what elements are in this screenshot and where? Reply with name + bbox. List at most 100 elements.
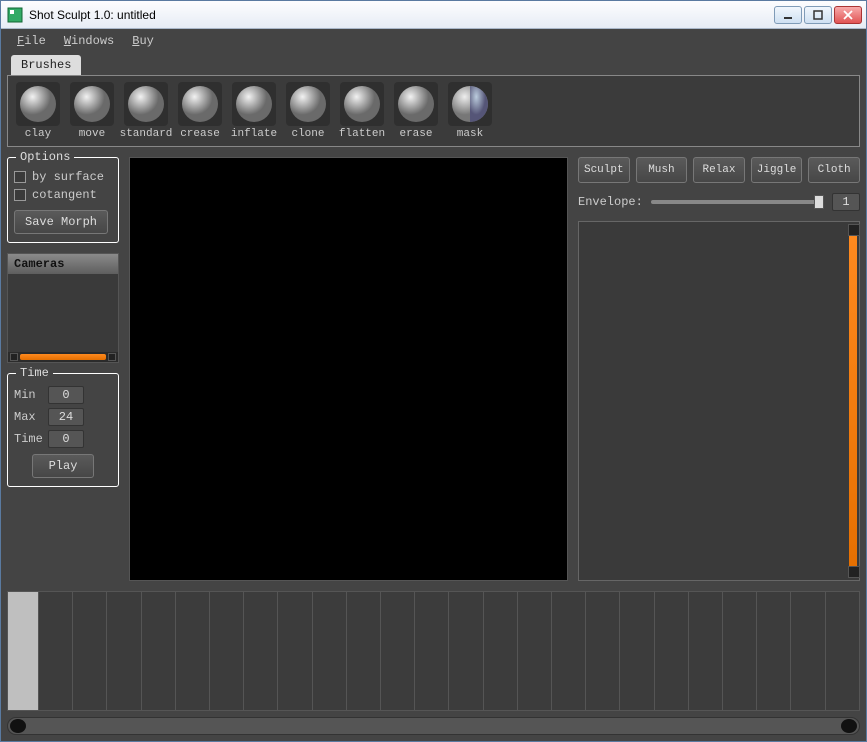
brush-icon: [286, 82, 330, 126]
envelope-row: Envelope: 1: [578, 193, 860, 211]
minimize-button[interactable]: [774, 6, 802, 24]
mode-mush-button[interactable]: Mush: [636, 157, 688, 183]
brush-label: clone: [291, 128, 324, 140]
brush-label: standard: [120, 128, 173, 140]
timeline-cell[interactable]: [790, 592, 824, 710]
close-button[interactable]: [834, 6, 862, 24]
timeline-cell[interactable]: [243, 592, 277, 710]
timeline[interactable]: [7, 591, 860, 711]
timeline-cell[interactable]: [106, 592, 140, 710]
brush-sphere-icon: [394, 82, 438, 126]
titlebar: Shot Sculpt 1.0: untitled: [1, 1, 866, 29]
menu-buy[interactable]: Buy: [132, 34, 154, 48]
save-morph-button[interactable]: Save Morph: [14, 210, 108, 234]
scroll-knob-right-icon: [841, 719, 857, 733]
timeline-cell[interactable]: [346, 592, 380, 710]
menu-file[interactable]: File: [17, 34, 46, 48]
timeline-cell[interactable]: [141, 592, 175, 710]
minimize-icon: [783, 10, 793, 20]
timeline-cell[interactable]: [414, 592, 448, 710]
timeline-cell[interactable]: [209, 592, 243, 710]
window-buttons: [774, 6, 862, 24]
brush-clone[interactable]: clone: [284, 82, 332, 140]
brush-label: mask: [457, 128, 483, 140]
timeline-cursor[interactable]: [8, 592, 38, 710]
client-area: File Windows Buy Brushes clay move standar…: [1, 29, 866, 741]
tab-brushes[interactable]: Brushes: [11, 55, 81, 75]
by-surface-label: by surface: [32, 170, 104, 184]
cameras-scrollbar[interactable]: [8, 352, 118, 362]
checkbox-icon: [14, 189, 26, 201]
timeline-cell[interactable]: [654, 592, 688, 710]
timeline-cell[interactable]: [756, 592, 790, 710]
checkbox-by-surface[interactable]: by surface: [14, 170, 112, 184]
min-label: Min: [14, 388, 42, 402]
viewport[interactable]: [129, 157, 568, 581]
brush-icon: [340, 82, 384, 126]
timeline-cell[interactable]: [175, 592, 209, 710]
brush-erase[interactable]: erase: [392, 82, 440, 140]
checkbox-cotangent[interactable]: cotangent: [14, 188, 112, 202]
brush-standard[interactable]: standard: [122, 82, 170, 140]
brush-sphere-icon: [178, 82, 222, 126]
max-input[interactable]: 24: [48, 408, 84, 426]
tab-row: Brushes: [7, 53, 860, 75]
cameras-list[interactable]: [8, 274, 118, 352]
brush-move[interactable]: move: [68, 82, 116, 140]
bottom-scrollbar[interactable]: [7, 717, 860, 735]
brush-crease[interactable]: crease: [176, 82, 224, 140]
brush-icon: [124, 82, 168, 126]
timeline-cell[interactable]: [619, 592, 653, 710]
brush-mask[interactable]: mask: [446, 82, 494, 140]
scroll-left-cap: [10, 353, 18, 361]
time-title: Time: [16, 366, 53, 380]
timeline-cell[interactable]: [551, 592, 585, 710]
window-title: Shot Sculpt 1.0: untitled: [29, 8, 774, 22]
timeline-cell[interactable]: [312, 592, 346, 710]
timeline-cell[interactable]: [448, 592, 482, 710]
timeline-cell[interactable]: [722, 592, 756, 710]
brush-sphere-icon: [448, 82, 492, 126]
timeline-cell[interactable]: [72, 592, 106, 710]
brush-label: erase: [399, 128, 432, 140]
right-panel[interactable]: [578, 221, 860, 581]
timeline-cell[interactable]: [517, 592, 551, 710]
min-input[interactable]: 0: [48, 386, 84, 404]
time-group: Time Min 0 Max 24 Time 0 Play: [7, 373, 119, 487]
brush-clay[interactable]: clay: [14, 82, 62, 140]
brush-icon: [70, 82, 114, 126]
menu-windows[interactable]: Windows: [64, 34, 114, 48]
maximize-button[interactable]: [804, 6, 832, 24]
brush-flatten[interactable]: flatten: [338, 82, 386, 140]
brush-icon: [232, 82, 276, 126]
time-input[interactable]: 0: [48, 430, 84, 448]
brush-inflate[interactable]: inflate: [230, 82, 278, 140]
brush-toolbar: clay move standardcreaseinflate clone flatte…: [7, 75, 860, 147]
timeline-cell[interactable]: [825, 592, 859, 710]
timeline-cell[interactable]: [38, 592, 72, 710]
right-column: Sculpt Mush Relax Jiggle Cloth Envelope:…: [578, 157, 860, 581]
options-title: Options: [16, 150, 74, 164]
envelope-label: Envelope:: [578, 195, 643, 209]
timeline-cell[interactable]: [380, 592, 414, 710]
timeline-cell[interactable]: [585, 592, 619, 710]
time-label: Time: [14, 432, 42, 446]
mode-sculpt-button[interactable]: Sculpt: [578, 157, 630, 183]
brush-icon: [178, 82, 222, 126]
max-label: Max: [14, 410, 42, 424]
mode-jiggle-button[interactable]: Jiggle: [751, 157, 803, 183]
brush-sphere-icon: [340, 82, 384, 126]
right-scrollbar[interactable]: [849, 226, 857, 576]
close-icon: [843, 10, 853, 20]
timeline-cell[interactable]: [483, 592, 517, 710]
play-button[interactable]: Play: [32, 454, 95, 478]
timeline-cell[interactable]: [277, 592, 311, 710]
checkbox-icon: [14, 171, 26, 183]
timeline-cell[interactable]: [688, 592, 722, 710]
cameras-title: Cameras: [8, 254, 118, 274]
brush-label: clay: [25, 128, 51, 140]
mode-cloth-button[interactable]: Cloth: [808, 157, 860, 183]
envelope-value[interactable]: 1: [832, 193, 860, 211]
envelope-slider[interactable]: [651, 200, 824, 204]
mode-relax-button[interactable]: Relax: [693, 157, 745, 183]
